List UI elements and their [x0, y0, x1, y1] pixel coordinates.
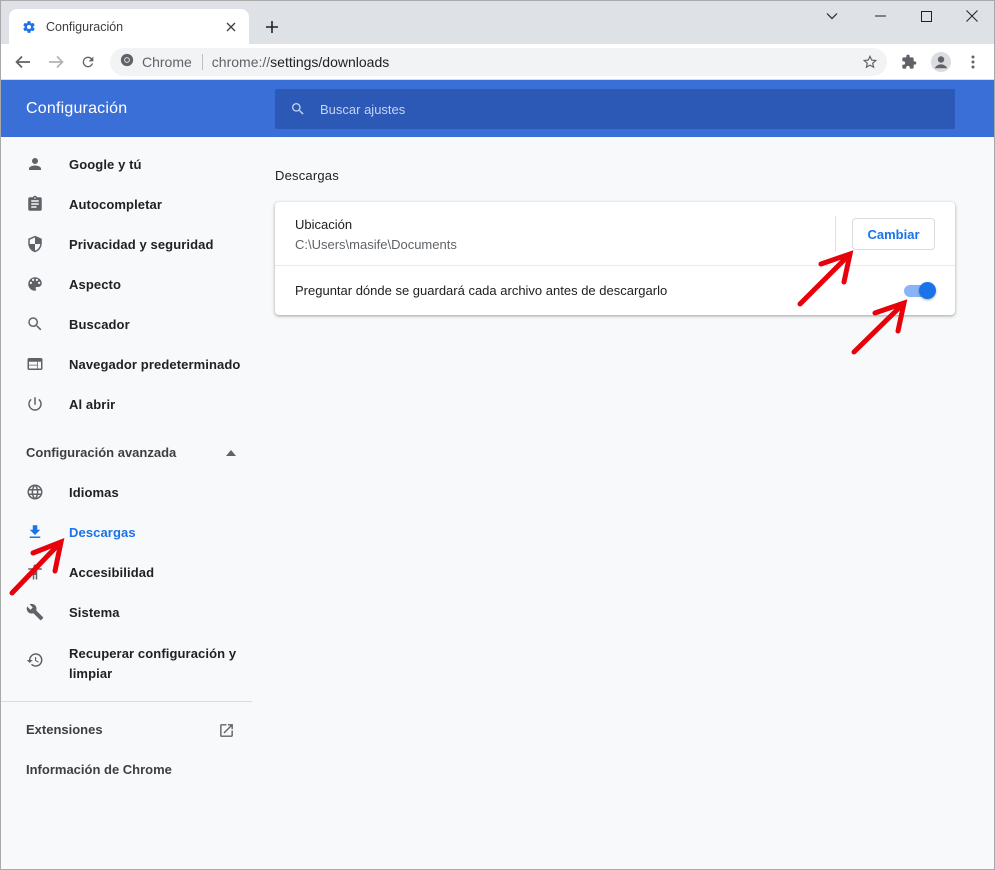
forward-button[interactable] — [42, 48, 70, 76]
divider — [835, 216, 836, 252]
location-path: C:\Users\masife\Documents — [295, 237, 457, 252]
sidebar-item-on-startup[interactable]: Al abrir — [1, 384, 252, 424]
shield-icon — [25, 234, 45, 254]
clipboard-icon — [25, 194, 45, 214]
new-tab-button[interactable] — [260, 15, 284, 39]
sidebar-item-default-browser[interactable]: Navegador predeterminado — [1, 344, 252, 384]
search-icon — [25, 314, 45, 334]
sidebar-item-system[interactable]: Sistema — [1, 592, 252, 632]
sidebar-item-label: Accesibilidad — [69, 564, 155, 580]
ask-before-download-label: Preguntar dónde se guardará cada archivo… — [295, 283, 668, 298]
person-icon — [25, 154, 45, 174]
settings-header: Configuración — [1, 80, 994, 137]
sidebar-item-privacy[interactable]: Privacidad y seguridad — [1, 224, 252, 264]
sidebar-item-languages[interactable]: Idiomas — [1, 472, 252, 512]
tab-title: Configuración — [46, 19, 124, 34]
sidebar-item-accessibility[interactable]: Accesibilidad — [1, 552, 252, 592]
sidebar-item-label: Descargas — [69, 524, 136, 540]
sidebar-item-autofill[interactable]: Autocompletar — [1, 184, 252, 224]
sidebar-item-reset[interactable]: Recuperar configuración y limpiar — [1, 636, 252, 684]
toggle-knob — [919, 282, 936, 299]
arrow-up-icon — [226, 443, 236, 461]
sidebar-item-label: Aspecto — [69, 276, 121, 292]
more-vert-icon[interactable] — [959, 48, 987, 76]
star-icon[interactable] — [861, 53, 879, 71]
globe-icon — [25, 482, 45, 502]
sidebar-item-downloads[interactable]: Descargas — [1, 512, 252, 552]
sidebar-item-label: Privacidad y seguridad — [69, 236, 214, 252]
open-in-new-icon[interactable] — [217, 721, 235, 739]
sidebar-item-appearance[interactable]: Aspecto — [1, 264, 252, 304]
tab-settings[interactable]: Configuración — [9, 9, 249, 44]
reload-button[interactable] — [74, 48, 102, 76]
window-close-button[interactable] — [949, 1, 994, 31]
divider — [201, 54, 203, 70]
maximize-button[interactable] — [903, 1, 949, 31]
minimize-button[interactable] — [857, 1, 903, 31]
sidebar-item-label: Navegador predeterminado — [69, 356, 241, 372]
page-title: Configuración — [26, 100, 128, 117]
browser-toolbar: Chrome chrome://settings/downloads — [1, 44, 994, 80]
location-label: Ubicación — [295, 217, 353, 232]
sidebar-item-google[interactable]: Google y tú — [1, 144, 252, 184]
search-input[interactable] — [320, 101, 880, 117]
sidebar-item-label: Google y tú — [69, 156, 142, 172]
palette-icon — [25, 274, 45, 294]
site-label: Chrome — [142, 54, 192, 70]
section-title: Descargas — [275, 168, 339, 183]
search-icon — [289, 100, 307, 118]
sidebar-divider — [1, 701, 252, 702]
settings-sidebar: Google y tú Autocompletar Privacidad y s… — [1, 137, 252, 869]
sidebar-item-search-engine[interactable]: Buscador — [1, 304, 252, 344]
chevron-down-icon[interactable] — [809, 1, 855, 31]
back-button[interactable] — [9, 48, 37, 76]
sidebar-item-label: Idiomas — [69, 484, 119, 500]
sidebar-item-label: Sistema — [69, 604, 120, 620]
power-icon — [25, 394, 45, 414]
close-icon[interactable] — [223, 19, 239, 35]
change-location-button[interactable]: Cambiar — [852, 218, 935, 250]
accessibility-icon — [25, 562, 45, 582]
advanced-section-toggle[interactable]: Configuración avanzada — [26, 437, 236, 467]
wrench-icon — [25, 602, 45, 622]
advanced-section-label: Configuración avanzada — [26, 444, 177, 460]
tab-strip: Configuración — [1, 1, 994, 44]
address-bar[interactable]: Chrome chrome://settings/downloads — [110, 48, 887, 76]
settings-search[interactable] — [275, 89, 955, 129]
url-scheme: chrome:// — [211, 54, 271, 70]
gear-icon — [21, 19, 37, 35]
url-text: chrome://settings/downloads — [212, 54, 389, 70]
sidebar-item-label: Recuperar configuración y limpiar — [69, 646, 237, 681]
ask-before-download-row[interactable]: Preguntar dónde se guardará cada archivo… — [275, 266, 955, 315]
sidebar-item-label: Buscador — [69, 316, 130, 332]
sidebar-item-label: Autocompletar — [69, 196, 163, 212]
url-path: settings/downloads — [270, 54, 390, 70]
about-chrome-link[interactable]: Información de Chrome — [26, 762, 172, 777]
browser-window: Configuración Chrome chrome://settings/d… — [0, 0, 995, 870]
puzzle-icon[interactable] — [895, 48, 923, 76]
profile-avatar[interactable] — [927, 48, 955, 76]
location-row: Ubicación C:\Users\masife\Documents Camb… — [275, 202, 955, 266]
restore-icon — [25, 650, 45, 670]
download-icon — [25, 522, 45, 542]
extensions-link[interactable]: Extensiones — [26, 722, 103, 737]
chrome-icon — [120, 53, 134, 72]
ask-before-download-toggle[interactable] — [904, 282, 936, 299]
downloads-card: Ubicación C:\Users\masife\Documents Camb… — [275, 202, 955, 315]
browser-icon — [25, 354, 45, 374]
sidebar-item-label: Al abrir — [69, 396, 116, 412]
